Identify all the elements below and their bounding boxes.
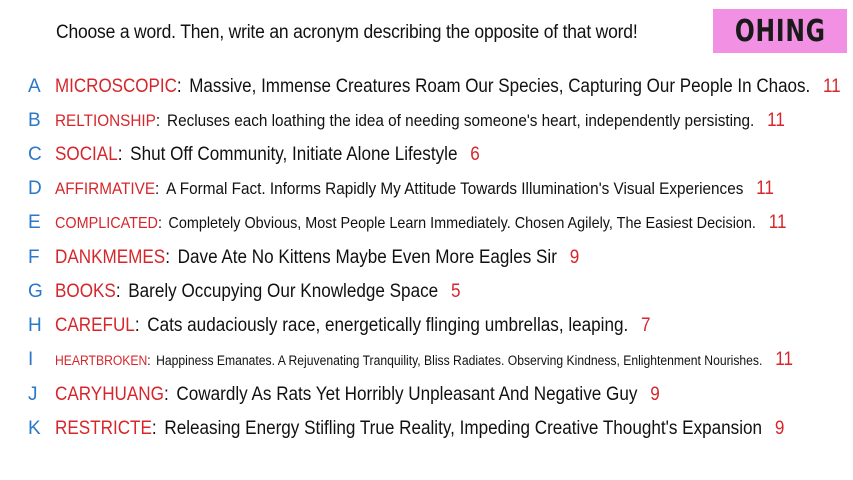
row-colon: : <box>176 76 182 97</box>
row-letter: G <box>28 281 43 302</box>
row-letter: F <box>28 247 40 268</box>
row-content: COMPLICATED: Completely Obvious, Most Pe… <box>55 212 787 234</box>
row-word: RELTIONSHIP <box>55 111 156 130</box>
row-acronym: Dave Ate No Kittens Maybe Even More Eagl… <box>177 247 557 268</box>
row-letter: K <box>28 418 41 439</box>
row-colon: : <box>163 384 169 405</box>
row-content: RELTIONSHIP: Recluses each loathing the … <box>55 110 785 132</box>
row-count: 11 <box>822 76 841 97</box>
row-colon: : <box>155 179 160 198</box>
row-content: CAREFUL: Cats audaciously race, energeti… <box>55 315 651 337</box>
row-colon: : <box>117 144 123 165</box>
row-count: 11 <box>767 110 785 131</box>
row-letter: B <box>28 110 41 131</box>
row-count: 11 <box>775 349 793 370</box>
row-word: MICROSCOPIC <box>55 76 177 97</box>
row-letter: C <box>28 144 42 165</box>
row-content: AFFIRMATIVE: A Formal Fact. Informs Rapi… <box>55 178 774 200</box>
row-acronym: Cats audaciously race, energetically fli… <box>147 315 629 336</box>
row-letter: H <box>28 315 42 336</box>
row-colon: : <box>115 281 121 302</box>
row-colon: : <box>157 215 162 232</box>
row-count: 11 <box>768 212 787 233</box>
badge-text: OHING <box>734 13 826 49</box>
row-acronym: A Formal Fact. Informs Rapidly My Attitu… <box>166 179 744 198</box>
row-word: DANKMEMES <box>55 247 166 268</box>
row-letter: I <box>28 349 34 370</box>
row-count: 5 <box>450 281 461 302</box>
row-content: RESTRICTE: Releasing Energy Stifling Tru… <box>55 418 784 440</box>
row-content: SOCIAL: Shut Off Community, Initiate Alo… <box>55 144 480 166</box>
row-word: RESTRICTE <box>55 418 152 439</box>
row-content: BOOKS: Barely Occupying Our Knowledge Sp… <box>55 281 460 303</box>
row-colon: : <box>147 353 151 368</box>
row-count: 9 <box>650 384 660 405</box>
row-acronym: Completely Obvious, Most People Learn Im… <box>168 215 756 232</box>
prompt-text: Choose a word. Then, write an acronym de… <box>56 22 638 43</box>
row-word: CAREFUL <box>55 315 135 336</box>
row-letter: J <box>28 384 38 405</box>
row-word: COMPLICATED <box>55 215 158 232</box>
row-count: 6 <box>470 144 480 165</box>
row-letter: E <box>28 212 41 233</box>
row-acronym: Cowardly As Rats Yet Horribly Unpleasant… <box>176 384 638 405</box>
row-acronym: Barely Occupying Our Knowledge Space <box>128 281 439 302</box>
row-word: HEARTBROKEN <box>55 353 148 368</box>
badge: OHING <box>713 9 847 53</box>
row-word: AFFIRMATIVE <box>55 179 156 198</box>
row-count: 11 <box>756 178 774 199</box>
row-content: MICROSCOPIC: Massive, Immense Creatures … <box>55 76 841 98</box>
row-colon: : <box>165 247 170 268</box>
row-acronym: Happiness Emanates. A Rejuvenating Tranq… <box>156 353 763 368</box>
row-acronym: Releasing Energy Stifling True Reality, … <box>164 418 763 439</box>
row-word: SOCIAL <box>55 144 118 165</box>
row-count: 9 <box>569 247 580 268</box>
row-word: CARYHUANG <box>55 384 164 405</box>
row-content: DANKMEMES: Dave Ate No Kittens Maybe Eve… <box>55 247 579 269</box>
row-letter: A <box>28 76 41 97</box>
row-content: HEARTBROKEN: Happiness Emanates. A Rejuv… <box>55 349 793 371</box>
row-count: 7 <box>641 315 651 336</box>
row-acronym: Massive, Immense Creatures Roam Our Spec… <box>189 76 811 97</box>
row-colon: : <box>151 418 157 439</box>
row-letter: D <box>28 178 42 199</box>
row-acronym: Recluses each loathing the idea of needi… <box>167 111 755 130</box>
row-count: 9 <box>774 418 785 439</box>
row-colon: : <box>155 111 161 130</box>
row-word: BOOKS <box>55 281 116 302</box>
row-content: CARYHUANG: Cowardly As Rats Yet Horribly… <box>55 384 660 406</box>
row-acronym: Shut Off Community, Initiate Alone Lifes… <box>130 144 458 165</box>
row-colon: : <box>134 315 140 336</box>
